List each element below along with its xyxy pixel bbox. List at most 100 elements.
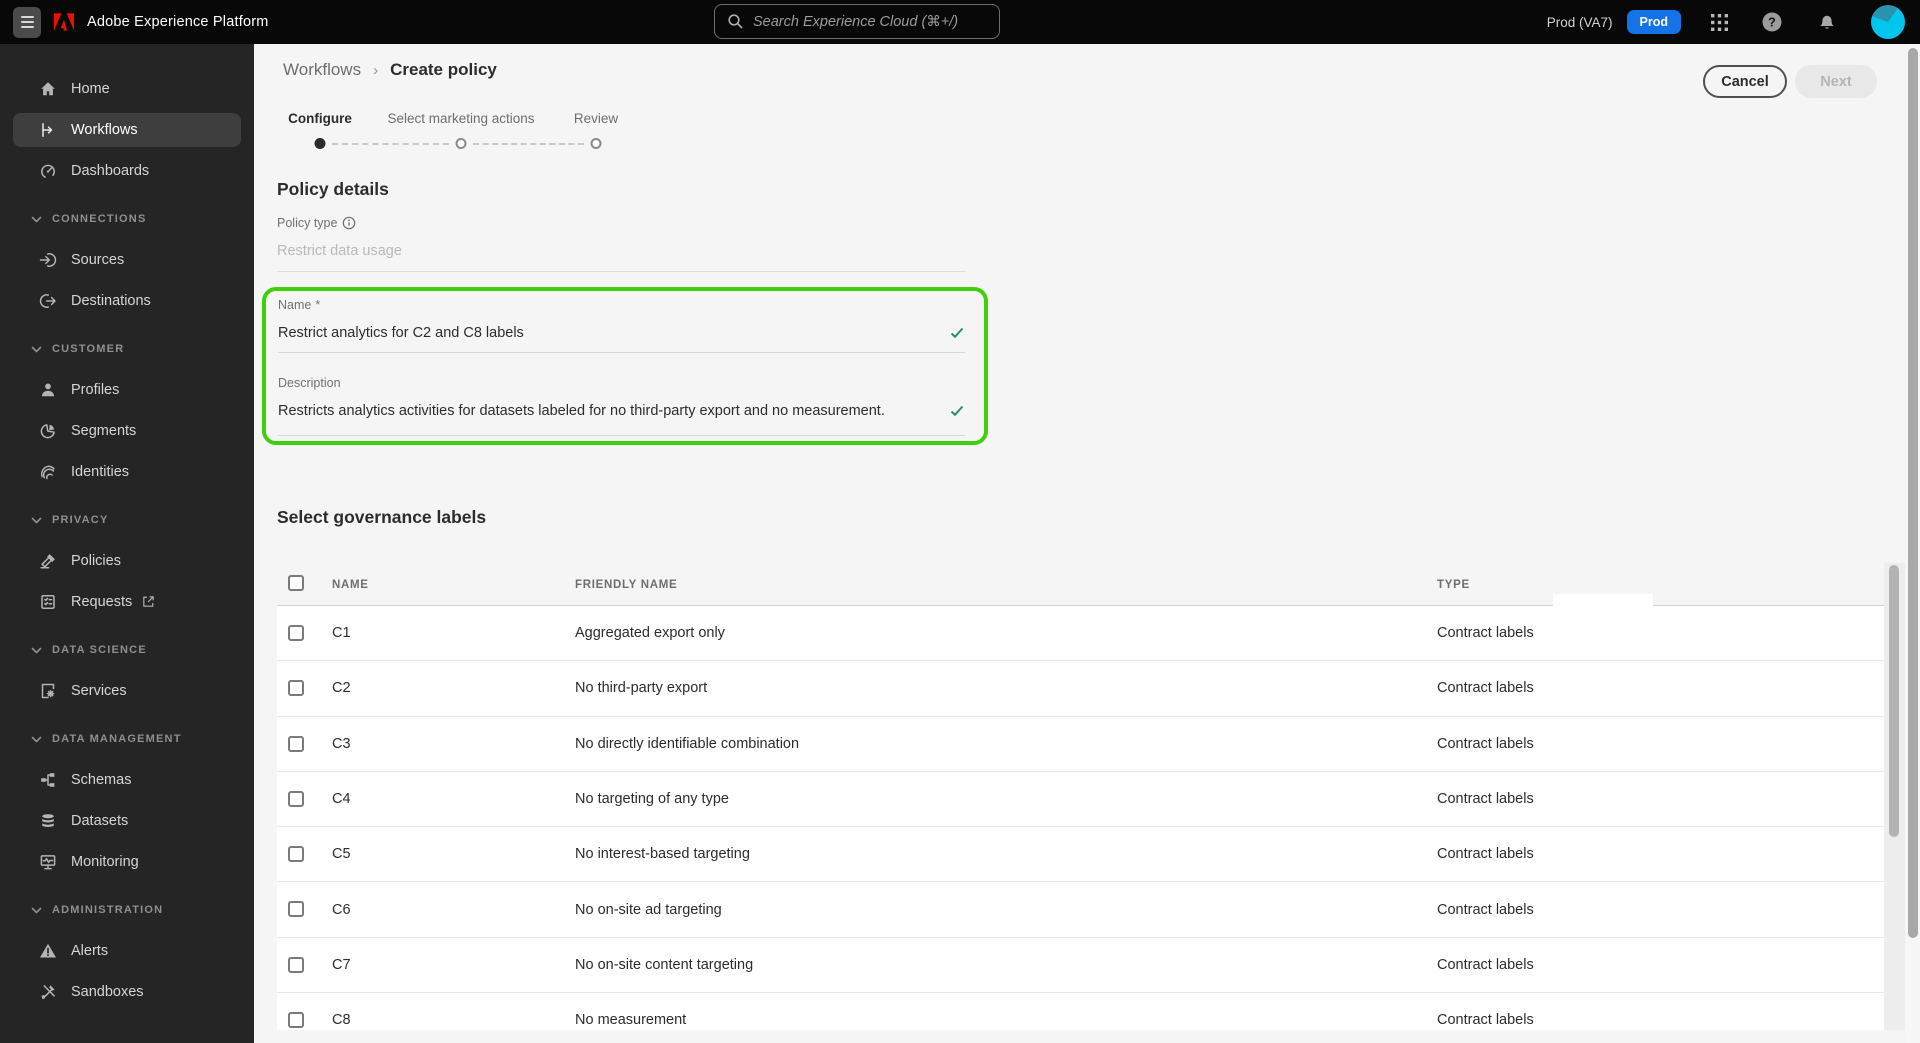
monitoring-icon xyxy=(38,852,58,872)
policy-details-heading: Policy details xyxy=(277,179,389,199)
row-checkbox[interactable] xyxy=(288,680,304,697)
sidebar-section-customer[interactable]: CUSTOMER xyxy=(0,329,254,369)
row-checkbox[interactable] xyxy=(288,956,304,973)
table-row-c5[interactable]: C5 No interest-based targeting Contract la… xyxy=(277,827,1884,883)
topbar-right-cluster: Prod (VA7) Prod ? xyxy=(1547,5,1920,39)
chevron-down-icon xyxy=(31,646,42,655)
column-header-friendly-name[interactable]: FRIENDLY NAME xyxy=(575,579,677,591)
row-checkbox[interactable] xyxy=(288,625,304,641)
row-checkbox[interactable] xyxy=(288,846,304,863)
dashboards-icon xyxy=(38,161,58,181)
page-scrollbar-thumb[interactable] xyxy=(1908,48,1918,938)
step-connector xyxy=(473,142,584,145)
column-header-name[interactable]: NAME xyxy=(332,579,369,591)
help-icon[interactable]: ? xyxy=(1760,10,1784,34)
label-type: Contract labels xyxy=(1437,791,1534,808)
sidebar-item-datasets[interactable]: Datasets xyxy=(0,800,254,841)
label-name: C1 xyxy=(332,625,351,642)
sidebar-section-label: DATA SCIENCE xyxy=(52,644,147,656)
table-row-c6[interactable]: C6 No on-site ad targeting Contract labels xyxy=(277,882,1884,938)
step-dot-1[interactable] xyxy=(314,138,326,149)
avatar[interactable] xyxy=(1871,5,1905,39)
step-dot-2[interactable] xyxy=(455,138,467,149)
environment-badge[interactable]: Prod xyxy=(1626,10,1681,34)
sidebar-item-label: Services xyxy=(71,682,127,699)
sidebar-item-label: Datasets xyxy=(71,812,129,829)
sidebar-item-alerts[interactable]: Alerts xyxy=(0,930,254,971)
sidebar-section-privacy[interactable]: PRIVACY xyxy=(0,500,254,540)
sidebar-section-label: ADMINISTRATION xyxy=(52,904,164,916)
governance-heading: Select governance labels xyxy=(277,507,487,527)
sidebar-item-monitoring[interactable]: Monitoring xyxy=(0,841,254,882)
datasets-icon xyxy=(38,811,58,831)
sidebar-section-data-management[interactable]: DATA MANAGEMENT xyxy=(0,719,254,759)
description-input[interactable]: Restricts analytics activities for datas… xyxy=(278,403,885,419)
sidebar: Home Workflows Dashboards CONNECTIONS Source… xyxy=(0,44,254,1043)
sidebar-item-dashboards[interactable]: Dashboards xyxy=(0,150,254,191)
breadcrumb-workflows-link[interactable]: Workflows xyxy=(283,60,361,80)
sidebar-item-schemas[interactable]: Schemas xyxy=(0,759,254,800)
table-row-c8[interactable]: C8 No measurement Contract labels xyxy=(277,993,1884,1030)
sidebar-item-workflows[interactable]: Workflows xyxy=(13,112,241,147)
menu-button[interactable] xyxy=(13,6,41,38)
label-friendly-name: No targeting of any type xyxy=(575,791,729,808)
destinations-icon xyxy=(38,291,58,311)
table-row-c7[interactable]: C7 No on-site content targeting Contract l… xyxy=(277,937,1884,994)
sidebar-item-policies[interactable]: Policies xyxy=(0,540,254,581)
label-name: C6 xyxy=(332,901,351,918)
step-dot-3[interactable] xyxy=(590,138,602,149)
governance-table: NAME FRIENDLY NAME TYPE C1 Aggregated exp… xyxy=(277,563,1884,1030)
search-box[interactable]: Search Experience Cloud (⌘+/) xyxy=(714,4,1000,39)
label-type: Contract labels xyxy=(1437,901,1534,918)
row-checkbox[interactable] xyxy=(288,1012,304,1029)
label-friendly-name: Aggregated export only xyxy=(575,625,725,642)
page-scrollbar-track xyxy=(1906,44,1920,1043)
sidebar-item-sources[interactable]: Sources xyxy=(0,239,254,280)
step-connector xyxy=(332,142,449,145)
sidebar-item-profiles[interactable]: Profiles xyxy=(0,369,254,410)
label-name: C4 xyxy=(332,791,351,808)
table-row-c3[interactable]: C3 No directly identifiable combination Co… xyxy=(277,716,1884,772)
table-row-c4[interactable]: C4 No targeting of any type Contract label… xyxy=(277,771,1884,828)
sidebar-item-label: Requests xyxy=(71,593,133,610)
sidebar-item-home[interactable]: Home xyxy=(0,68,254,109)
app-switcher-icon[interactable] xyxy=(1707,10,1731,34)
label-name: C3 xyxy=(332,735,351,752)
search-placeholder: Search Experience Cloud (⌘+/) xyxy=(753,13,959,30)
chevron-down-icon xyxy=(31,345,42,354)
input-underline xyxy=(278,352,965,353)
white-overlay-patch xyxy=(1553,594,1653,620)
cancel-button[interactable]: Cancel xyxy=(1703,65,1787,98)
name-input[interactable]: Restrict analytics for C2 and C8 labels xyxy=(278,325,524,341)
sidebar-item-requests[interactable]: Requests xyxy=(0,581,254,622)
row-checkbox[interactable] xyxy=(288,901,304,918)
sidebar-section-data-science[interactable]: DATA SCIENCE xyxy=(0,630,254,670)
notifications-icon[interactable] xyxy=(1815,10,1839,34)
sidebar-item-identities[interactable]: Identities xyxy=(0,451,254,492)
sidebar-section-administration[interactable]: ADMINISTRATION xyxy=(0,890,254,930)
select-all-checkbox[interactable] xyxy=(288,575,304,591)
breadcrumb: Workflows › Create policy xyxy=(283,60,497,80)
input-underline xyxy=(278,435,965,436)
sidebar-item-sandboxes[interactable]: Sandboxes xyxy=(0,971,254,1012)
top-bar: Adobe Experience Platform Search Experie… xyxy=(0,0,1920,44)
next-button[interactable]: Next xyxy=(1795,65,1877,98)
sidebar-section-connections[interactable]: CONNECTIONS xyxy=(0,199,254,239)
label-type: Contract labels xyxy=(1437,1012,1534,1029)
info-icon[interactable] xyxy=(342,216,356,230)
row-checkbox[interactable] xyxy=(288,735,304,752)
table-row-c2[interactable]: C2 No third-party export Contract labels xyxy=(277,661,1884,717)
sidebar-item-destinations[interactable]: Destinations xyxy=(0,280,254,321)
sidebar-item-label: Identities xyxy=(71,463,130,480)
row-checkbox[interactable] xyxy=(288,790,304,807)
sidebar-item-label: Destinations xyxy=(71,292,151,309)
label-friendly-name: No measurement xyxy=(575,1012,687,1029)
label-friendly-name: No on-site ad targeting xyxy=(575,901,722,918)
sidebar-item-services[interactable]: Services xyxy=(0,670,254,711)
sidebar-section-label: CONNECTIONS xyxy=(52,213,147,225)
step-label-2: Select marketing actions xyxy=(387,111,535,126)
sidebar-item-segments[interactable]: Segments xyxy=(0,410,254,451)
column-header-type[interactable]: TYPE xyxy=(1437,579,1470,591)
table-scrollbar-thumb[interactable] xyxy=(1889,565,1899,837)
policy-type-label: Policy type xyxy=(277,216,356,230)
